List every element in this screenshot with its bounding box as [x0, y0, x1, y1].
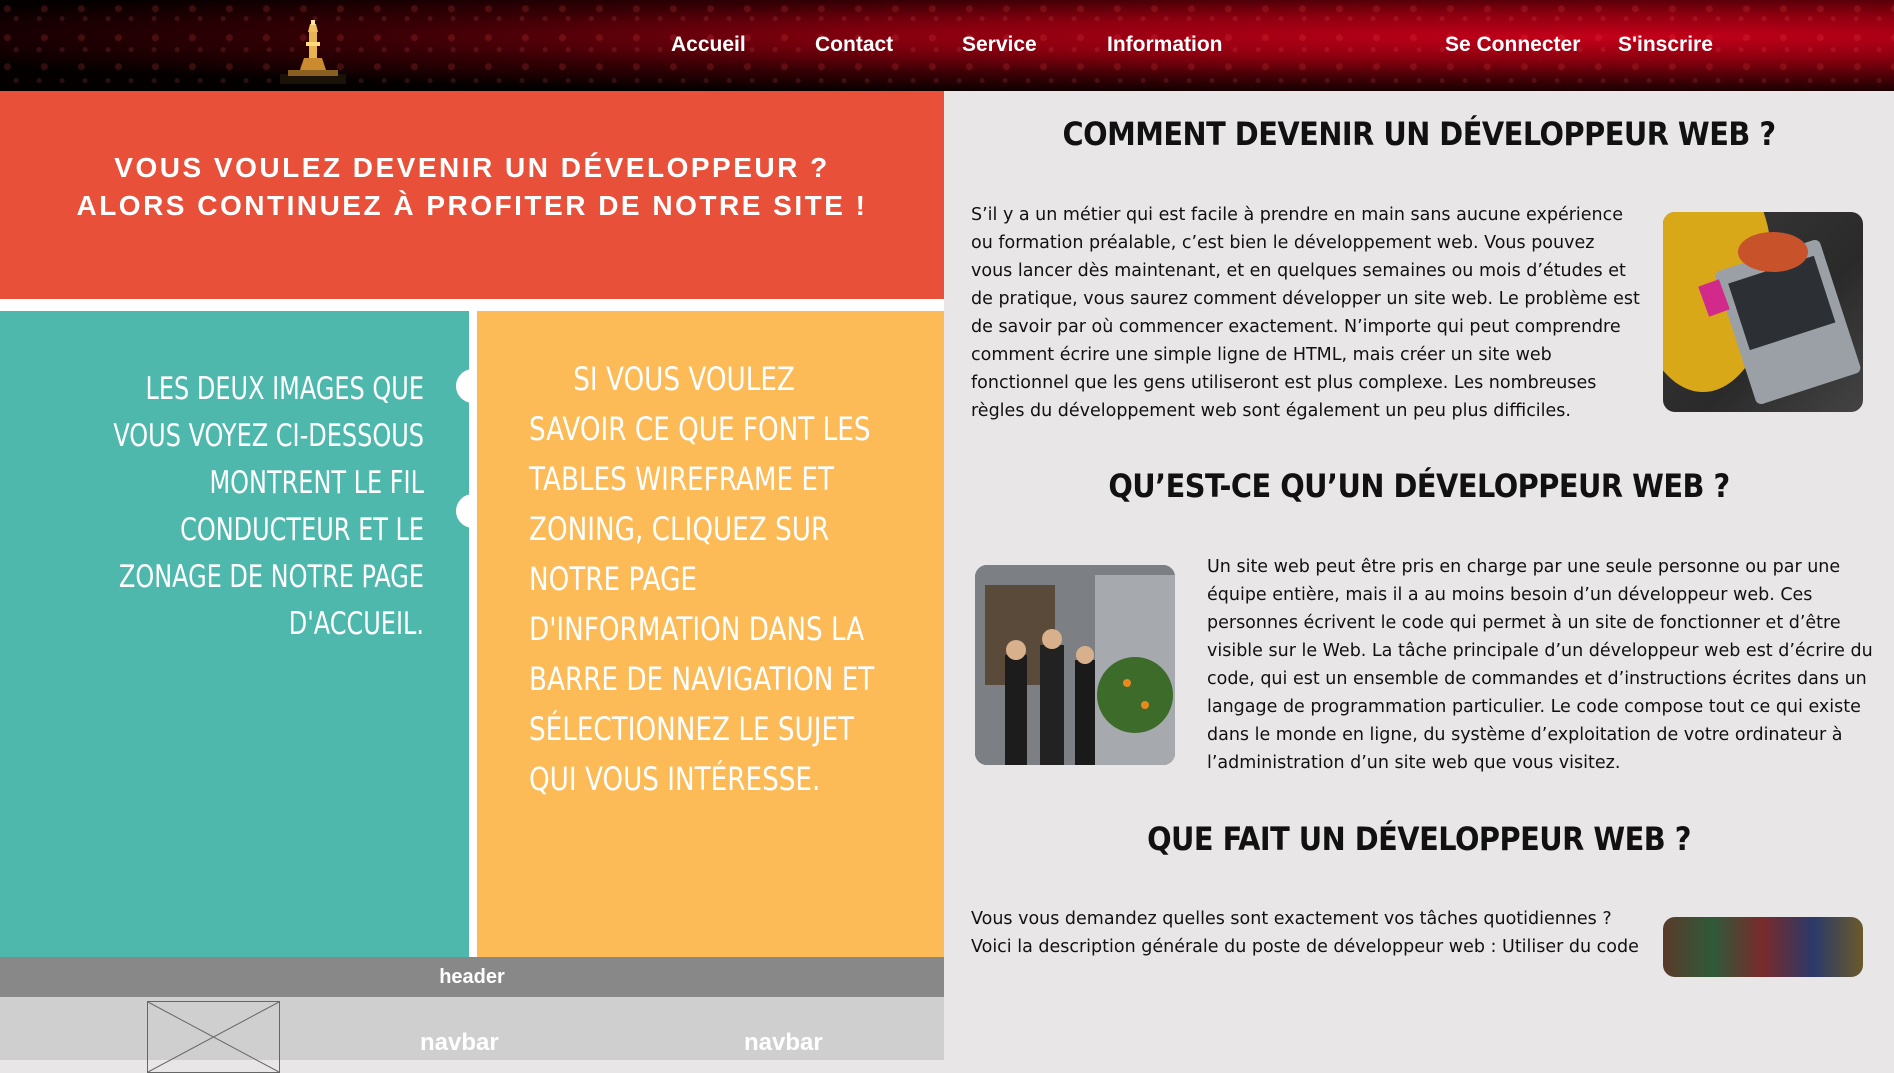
signup-link[interactable]: S'inscrire [1618, 33, 1713, 57]
section-title-comment-devenir: COMMENT DEVENIR UN DÉVELOPPEUR WEB ? [1062, 115, 1776, 153]
bookshelf-photo [1663, 917, 1863, 977]
horizontal-divider [0, 299, 944, 311]
wireframe-preview: header navbar navbar [0, 957, 944, 1073]
team-photo [975, 565, 1175, 765]
nav-link-service[interactable]: Service [962, 33, 1037, 57]
section-paragraph: Vous vous demandez quelles sont exacteme… [971, 909, 1639, 957]
yellow-panel: SI VOUS VOULEZ SAVOIR CE QUE FONT LES TA… [477, 311, 944, 957]
promo-banner: VOUS VOULEZ DEVENIR UN DÉVELOPPEUR ? ALO… [0, 91, 944, 299]
wireframe-header-label: header [0, 957, 944, 997]
laptop-photo [1663, 212, 1863, 412]
wireframe-navbar-label: navbar [744, 1029, 823, 1056]
yellow-text-rest: SAVOIR CE QUE FONT LES TABLES WIREFRAME … [529, 410, 875, 798]
wireframe-navbar-label: navbar [420, 1029, 499, 1056]
yellow-panel-text: SI VOUS VOULEZ SAVOIR CE QUE FONT LES TA… [529, 354, 890, 804]
tower-logo-icon[interactable] [280, 18, 346, 84]
section-title-qu-est-ce: QU’EST-CE QU’UN DÉVELOPPEUR WEB ? [1108, 467, 1730, 505]
promo-text: VOUS VOULEZ DEVENIR UN DÉVELOPPEUR ? ALO… [0, 149, 944, 225]
wireframe-image-placeholder-icon [147, 1001, 280, 1073]
nav-link-accueil[interactable]: Accueil [671, 33, 746, 57]
nav-link-information[interactable]: Information [1107, 33, 1223, 57]
vertical-divider [469, 311, 477, 957]
promo-line-1: VOUS VOULEZ DEVENIR UN DÉVELOPPEUR ? [114, 152, 830, 183]
teal-panel: LES DEUX IMAGES QUE VOUS VOYEZ CI-DESSOU… [0, 311, 469, 957]
login-link[interactable]: Se Connecter [1445, 33, 1580, 57]
section-paragraph: S’il y a un métier qui est facile à pren… [971, 205, 1640, 421]
section-title-que-fait: QUE FAIT UN DÉVELOPPEUR WEB ? [1147, 820, 1691, 858]
article-content: COMMENT DEVENIR UN DÉVELOPPEUR WEB ? S’i… [944, 91, 1894, 977]
teal-panel-text: LES DEUX IMAGES QUE VOUS VOYEZ CI-DESSOU… [113, 371, 425, 642]
infographic-panel: VOUS VOULEZ DEVENIR UN DÉVELOPPEUR ? ALO… [0, 91, 944, 1073]
yellow-text-first-line: SI VOUS VOULEZ [573, 360, 795, 398]
nav-link-contact[interactable]: Contact [815, 33, 893, 57]
top-navigation-bar: Accueil Contact Service Information Se C… [0, 0, 1894, 91]
promo-line-2: ALORS CONTINUEZ À PROFITER DE NOTRE SITE… [76, 190, 868, 221]
section-paragraph: Un site web peut être pris en charge par… [1207, 557, 1873, 773]
